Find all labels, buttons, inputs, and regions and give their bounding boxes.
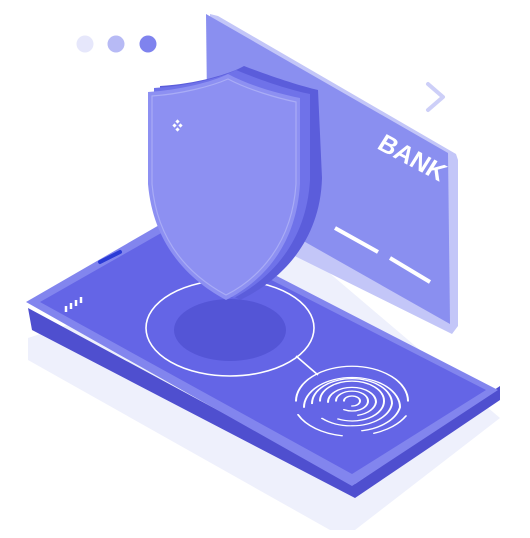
pagination-dots-icon[interactable] <box>76 35 157 53</box>
scan-core <box>174 299 286 361</box>
security-illustration: BANK <box>26 14 500 530</box>
pager-dot-1[interactable] <box>76 35 94 53</box>
pager-dot-3[interactable] <box>139 35 157 53</box>
chevron-right-icon[interactable] <box>426 82 445 112</box>
pager-dot-2[interactable] <box>107 35 125 53</box>
